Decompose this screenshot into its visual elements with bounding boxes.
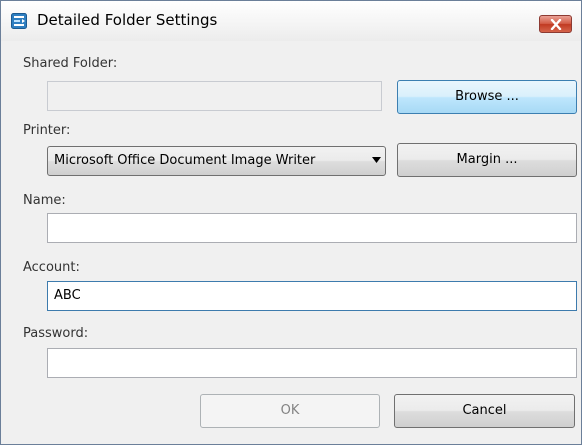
password-field[interactable]: [47, 348, 577, 378]
shared-folder-label: Shared Folder:: [23, 56, 118, 71]
printer-label: Printer:: [23, 123, 71, 138]
account-label: Account:: [23, 260, 80, 275]
name-field[interactable]: [47, 213, 577, 243]
name-label: Name:: [23, 193, 66, 208]
printer-selected-value: Microsoft Office Document Image Writer: [54, 153, 316, 168]
cancel-button[interactable]: Cancel: [394, 394, 575, 428]
detailed-folder-settings-dialog: Detailed Folder Settings Shared Folder: …: [0, 0, 582, 445]
password-label: Password:: [23, 326, 89, 341]
chevron-down-icon: [372, 157, 381, 163]
browse-button[interactable]: Browse ...: [397, 80, 577, 114]
title-bar[interactable]: Detailed Folder Settings: [1, 1, 581, 41]
folder-settings-icon: [11, 13, 27, 29]
close-icon: [550, 19, 562, 30]
shared-folder-field[interactable]: [47, 81, 382, 111]
ok-button[interactable]: OK: [200, 394, 380, 428]
margin-button[interactable]: Margin ...: [397, 143, 577, 177]
printer-dropdown[interactable]: Microsoft Office Document Image Writer: [47, 146, 386, 176]
dialog-title: Detailed Folder Settings: [37, 11, 218, 29]
account-field[interactable]: ABC: [47, 281, 577, 311]
close-button[interactable]: [539, 15, 572, 33]
